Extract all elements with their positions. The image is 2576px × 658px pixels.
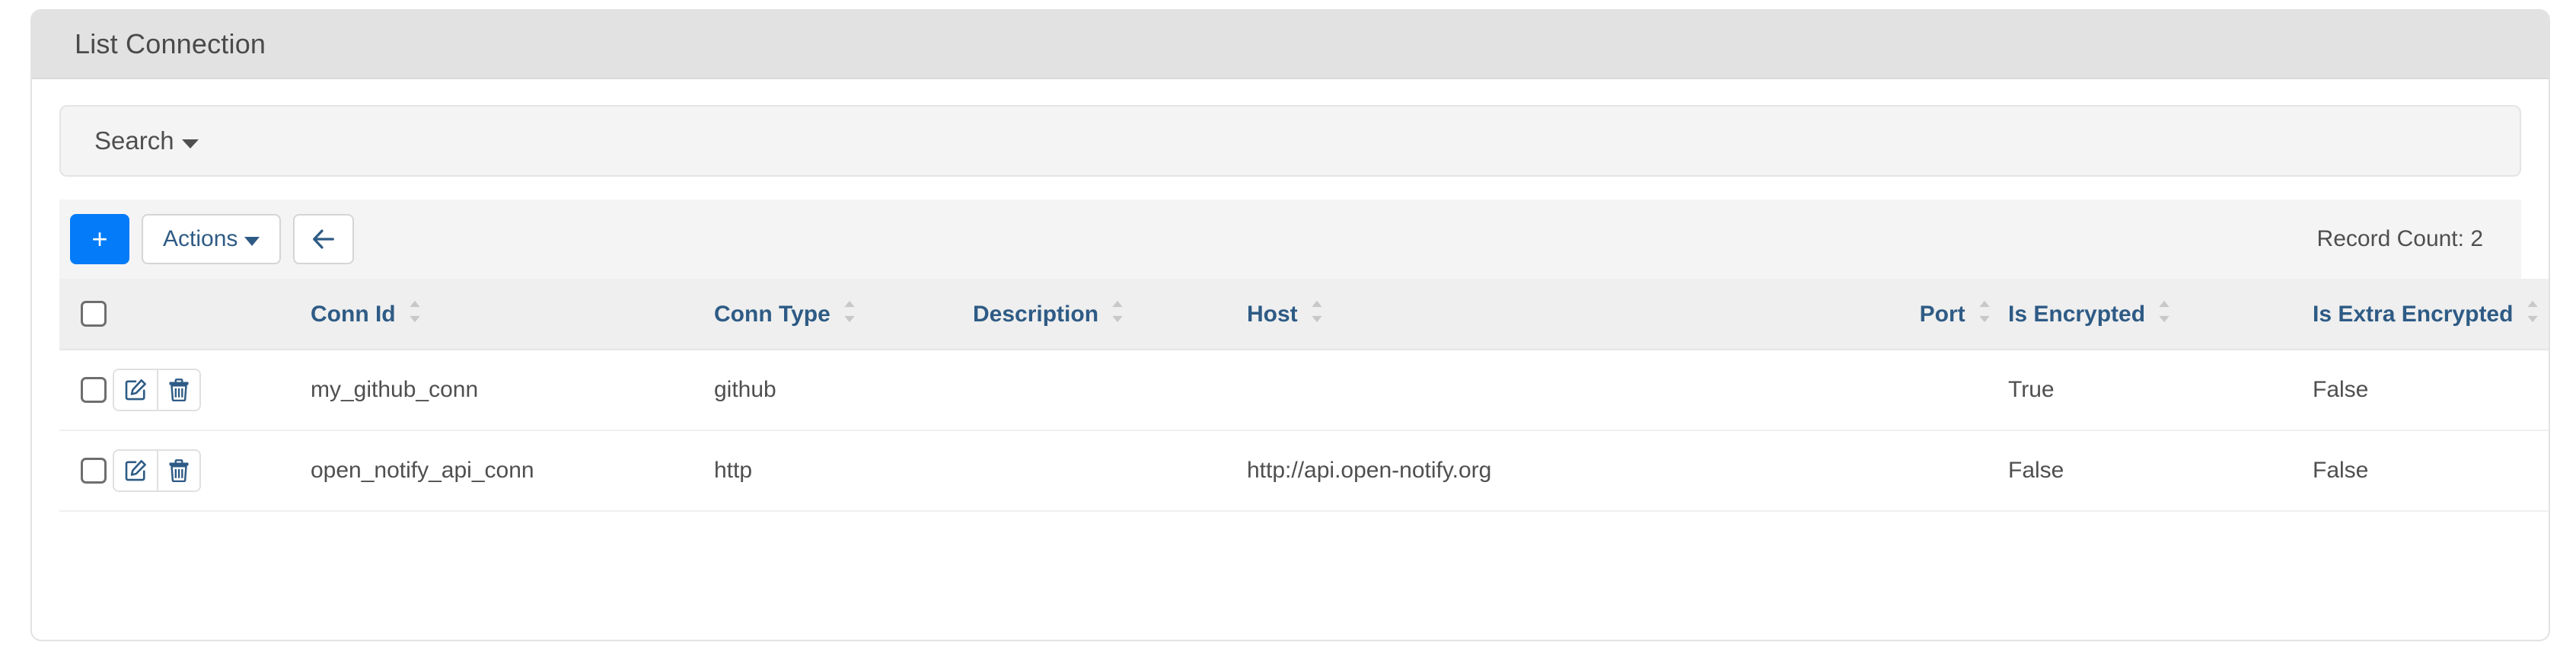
cell-description xyxy=(973,350,1247,431)
table-header: Conn Id Conn Type Description Host Port … xyxy=(59,279,2549,350)
caret-down-icon xyxy=(244,237,260,246)
column-header-actions xyxy=(113,279,311,350)
sort-updown-icon xyxy=(1112,300,1124,323)
cell-conn-type: http xyxy=(714,430,973,512)
delete-row-button[interactable] xyxy=(157,370,199,410)
connections-table: Conn Id Conn Type Description Host Port … xyxy=(59,279,2549,512)
caret-down-icon xyxy=(181,139,199,149)
search-toggle-label: Search xyxy=(94,126,174,155)
cell-conn-id: my_github_conn xyxy=(311,350,714,431)
column-header-conn-type-label: Conn Type xyxy=(714,302,831,327)
sort-updown-icon xyxy=(844,300,855,323)
column-header-conn-type[interactable]: Conn Type xyxy=(714,279,973,350)
column-header-conn-id-label: Conn Id xyxy=(311,302,396,327)
row-actions-cell xyxy=(113,350,311,431)
trash-icon xyxy=(169,459,189,482)
table-header-row: Conn Id Conn Type Description Host Port … xyxy=(59,279,2549,350)
toolbar: + Actions Record Count: 2 xyxy=(59,200,2521,279)
column-header-is-encrypted-label: Is Encrypted xyxy=(2008,302,2146,327)
edit-row-button[interactable] xyxy=(114,370,157,410)
column-header-port[interactable]: Port xyxy=(1704,279,2008,350)
search-panel: Search xyxy=(59,105,2521,177)
sort-updown-icon xyxy=(1979,300,1990,323)
back-button[interactable] xyxy=(293,214,355,264)
cell-is-encrypted: True xyxy=(2008,350,2313,431)
actions-dropdown-button[interactable]: Actions xyxy=(142,214,282,264)
column-header-is-extra-encrypted[interactable]: Is Extra Encrypted xyxy=(2313,279,2549,350)
card-header: List Connection xyxy=(32,11,2549,79)
arrow-left-icon xyxy=(313,229,335,249)
column-header-port-label: Port xyxy=(1919,302,1965,327)
edit-pencil-icon xyxy=(125,460,146,481)
page-root: List Connection Search + Actions Record … xyxy=(0,0,2576,658)
cell-conn-id: open_notify_api_conn xyxy=(311,430,714,512)
row-checkbox[interactable] xyxy=(81,377,107,403)
table-body: my_github_conn github True False open_no… xyxy=(59,350,2549,512)
card-body: Search + Actions Record Count: 2 Conn Id… xyxy=(32,79,2549,512)
select-all-checkbox[interactable] xyxy=(81,301,107,327)
search-toggle[interactable]: Search xyxy=(94,126,199,155)
row-action-group xyxy=(113,369,201,411)
row-action-group xyxy=(113,449,201,492)
add-record-button[interactable]: + xyxy=(70,214,129,264)
column-header-conn-id[interactable]: Conn Id xyxy=(311,279,714,350)
column-header-is-encrypted[interactable]: Is Encrypted xyxy=(2008,279,2313,350)
list-connection-card: List Connection Search + Actions Record … xyxy=(30,9,2550,641)
column-header-description-label: Description xyxy=(973,302,1099,327)
page-title: List Connection xyxy=(75,28,266,59)
column-header-host-label: Host xyxy=(1247,302,1298,327)
cell-is-encrypted: False xyxy=(2008,430,2313,512)
delete-row-button[interactable] xyxy=(157,451,199,490)
row-checkbox[interactable] xyxy=(81,458,107,484)
row-select-cell xyxy=(59,430,113,512)
sort-updown-icon xyxy=(2527,300,2538,323)
sort-updown-icon xyxy=(410,300,420,323)
row-select-cell xyxy=(59,350,113,431)
actions-dropdown-label: Actions xyxy=(163,226,238,251)
column-header-is-extra-encrypted-label: Is Extra Encrypted xyxy=(2313,302,2514,327)
table-row: my_github_conn github True False xyxy=(59,350,2549,431)
trash-icon xyxy=(169,379,189,401)
edit-pencil-icon xyxy=(125,379,146,401)
record-count: Record Count: 2 xyxy=(2316,226,2483,251)
cell-conn-type: github xyxy=(714,350,973,431)
column-header-host[interactable]: Host xyxy=(1247,279,1704,350)
cell-is-extra-encrypted: False xyxy=(2313,430,2549,512)
cell-host xyxy=(1247,350,1704,431)
toolbar-button-group: + Actions xyxy=(70,214,355,264)
sort-updown-icon xyxy=(2159,300,2170,323)
cell-host: http://api.open-notify.org xyxy=(1247,430,1704,512)
column-header-description[interactable]: Description xyxy=(973,279,1247,350)
sort-updown-icon xyxy=(1312,300,1322,323)
edit-row-button[interactable] xyxy=(114,451,157,490)
table-row: open_notify_api_conn http http://api.ope… xyxy=(59,430,2549,512)
cell-description xyxy=(973,430,1247,512)
cell-port xyxy=(1704,430,2008,512)
column-header-select xyxy=(59,279,113,350)
cell-is-extra-encrypted: False xyxy=(2313,350,2549,431)
row-actions-cell xyxy=(113,430,311,512)
cell-port xyxy=(1704,350,2008,431)
